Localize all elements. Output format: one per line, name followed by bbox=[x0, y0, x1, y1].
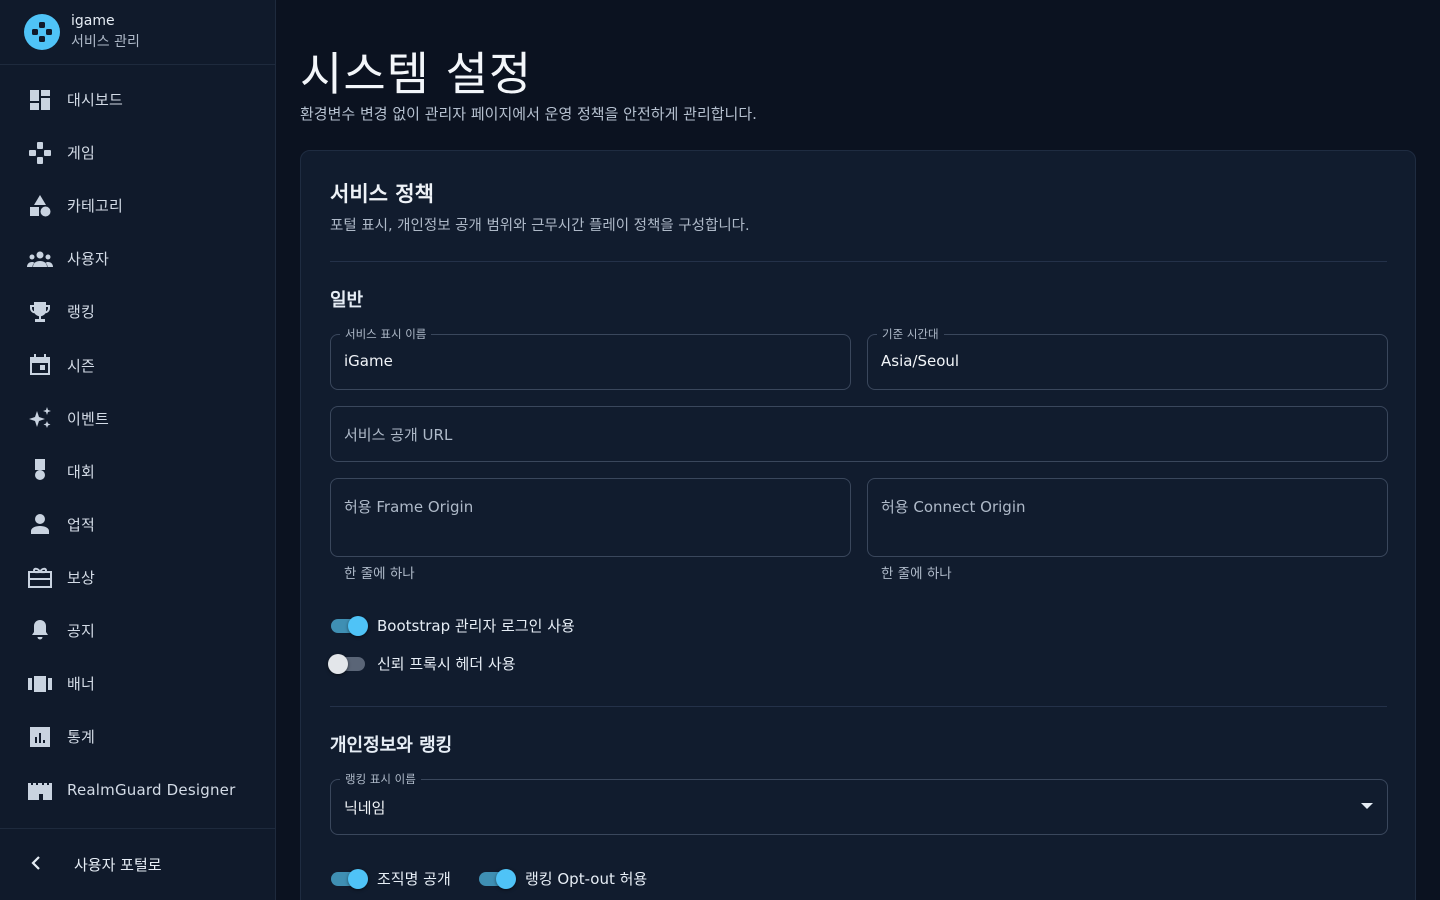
field-value: 닉네임 bbox=[344, 799, 386, 817]
trophy-icon bbox=[27, 299, 53, 325]
sidebar-item-label: 이벤트 bbox=[67, 409, 110, 428]
sidebar-item-events[interactable]: 이벤트 bbox=[0, 392, 276, 445]
user-portal-link[interactable]: 사용자 포털로 bbox=[0, 828, 276, 900]
toggle-label: Bootstrap 관리자 로그인 사용 bbox=[377, 617, 575, 635]
sidebar-item-tournaments[interactable]: 대회 bbox=[0, 445, 276, 498]
sidebar-item-seasons[interactable]: 시즌 bbox=[0, 338, 276, 391]
sidebar-item-statistics[interactable]: 통계 bbox=[0, 710, 276, 763]
sidebar-item-label: 업적 bbox=[67, 515, 96, 534]
trusted-proxy-toggle[interactable]: 신뢰 프록시 헤더 사용 bbox=[328, 653, 516, 674]
toggle-label: 신뢰 프록시 헤더 사용 bbox=[377, 655, 516, 673]
toggle-switch-on[interactable] bbox=[479, 868, 516, 889]
sparkle-icon bbox=[27, 405, 53, 431]
sidebar-item-label: 대회 bbox=[67, 462, 96, 481]
section-title-privacy: 개인정보와 랭킹 bbox=[330, 735, 453, 756]
ranking-display-select[interactable]: 랭킹 표시 이름 닉네임 bbox=[330, 772, 1388, 835]
brand-subtitle: 서비스 관리 bbox=[71, 34, 140, 50]
ranking-optout-toggle[interactable]: 랭킹 Opt-out 허용 bbox=[479, 868, 647, 889]
user-portal-label: 사용자 포털로 bbox=[74, 856, 162, 874]
sidebar-nav: 대시보드 게임 카테고리 사용자 랭킹 시즌 이벤트 대회 업적 보상 공지 배… bbox=[0, 73, 276, 816]
card-description: 포털 표시, 개인정보 공개 범위와 근무시간 플레이 정책을 구성합니다. bbox=[330, 218, 750, 234]
bell-icon bbox=[27, 617, 53, 643]
sidebar-item-users[interactable]: 사용자 bbox=[0, 232, 276, 285]
achievement-icon bbox=[27, 511, 53, 537]
bootstrap-login-toggle[interactable]: Bootstrap 관리자 로그인 사용 bbox=[331, 615, 575, 636]
toggle-switch-on[interactable] bbox=[331, 615, 368, 636]
field-label: 기준 시간대 bbox=[877, 327, 944, 341]
users-icon bbox=[27, 246, 53, 272]
sidebar-item-label: 배너 bbox=[67, 675, 96, 694]
castle-icon bbox=[27, 777, 53, 803]
toggle-label: 랭킹 Opt-out 허용 bbox=[525, 870, 648, 888]
category-icon bbox=[27, 193, 53, 219]
sidebar-item-label: 대시보드 bbox=[67, 91, 124, 110]
public-url-field[interactable]: 서비스 공개 URL bbox=[330, 406, 1388, 462]
sidebar-item-label: 게임 bbox=[67, 144, 96, 163]
stats-icon bbox=[27, 724, 53, 750]
field-label: 서비스 표시 이름 bbox=[340, 327, 432, 341]
calendar-icon bbox=[27, 352, 53, 378]
toggle-label: 조직명 공개 bbox=[377, 870, 451, 888]
sidebar-item-label: 사용자 bbox=[67, 250, 110, 269]
dashboard-icon bbox=[27, 87, 53, 113]
main-content: 시스템 설정 환경변수 변경 없이 관리자 페이지에서 운영 정책을 안전하게 … bbox=[300, 0, 1416, 900]
sidebar: igame 서비스 관리 대시보드 게임 카테고리 사용자 랭킹 시즌 이벤트 … bbox=[0, 0, 276, 900]
field-value: Asia/Seoul bbox=[881, 352, 960, 370]
gamepad-logo-icon bbox=[24, 14, 60, 50]
sidebar-item-label: 보상 bbox=[67, 568, 96, 587]
field-value: iGame bbox=[344, 352, 393, 370]
gamepad-icon bbox=[27, 140, 53, 166]
service-name-field[interactable]: 서비스 표시 이름 iGame bbox=[330, 327, 851, 390]
sidebar-item-realmguard[interactable]: RealmGuard Designer bbox=[0, 763, 276, 816]
section-title-general: 일반 bbox=[330, 290, 364, 311]
org-public-toggle[interactable]: 조직명 공개 bbox=[331, 868, 451, 889]
sidebar-item-rewards[interactable]: 보상 bbox=[0, 551, 276, 604]
sidebar-item-ranking[interactable]: 랭킹 bbox=[0, 285, 276, 338]
sidebar-item-label: 카테고리 bbox=[67, 197, 124, 216]
banner-icon bbox=[27, 671, 53, 697]
field-label: 랭킹 표시 이름 bbox=[340, 772, 421, 786]
sidebar-item-label: 통계 bbox=[67, 728, 96, 747]
page-description: 환경변수 변경 없이 관리자 페이지에서 운영 정책을 안전하게 관리합니다. bbox=[300, 105, 757, 123]
frame-origin-field[interactable]: 허용 Frame Origin bbox=[330, 478, 851, 557]
sidebar-item-notices[interactable]: 공지 bbox=[0, 604, 276, 657]
chevron-left-icon bbox=[30, 855, 42, 874]
service-policy-card: 서비스 정책 포털 표시, 개인정보 공개 범위와 근무시간 플레이 정책을 구… bbox=[300, 150, 1416, 900]
card-title: 서비스 정책 bbox=[330, 182, 434, 206]
frame-origin-helper: 한 줄에 하나 bbox=[344, 566, 415, 582]
sidebar-item-label: 랭킹 bbox=[67, 303, 96, 322]
divider bbox=[330, 706, 1387, 707]
sidebar-item-achievements[interactable]: 업적 bbox=[0, 498, 276, 551]
sidebar-item-label: 공지 bbox=[67, 621, 96, 640]
divider bbox=[330, 261, 1387, 262]
field-placeholder: 허용 Frame Origin bbox=[344, 498, 474, 516]
sidebar-item-label: RealmGuard Designer bbox=[67, 780, 236, 799]
field-placeholder: 허용 Connect Origin bbox=[881, 498, 1026, 516]
connect-origin-helper: 한 줄에 하나 bbox=[881, 566, 952, 582]
dropdown-arrow-icon bbox=[1361, 803, 1373, 809]
brand-name: igame bbox=[71, 13, 115, 29]
page-title: 시스템 설정 bbox=[300, 47, 533, 101]
toggle-switch-on[interactable] bbox=[331, 868, 368, 889]
sidebar-item-banners[interactable]: 배너 bbox=[0, 657, 276, 710]
field-placeholder: 서비스 공개 URL bbox=[344, 426, 453, 444]
timezone-field[interactable]: 기준 시간대 Asia/Seoul bbox=[867, 327, 1388, 390]
sidebar-item-games[interactable]: 게임 bbox=[0, 126, 276, 179]
connect-origin-field[interactable]: 허용 Connect Origin bbox=[867, 478, 1388, 557]
gift-icon bbox=[27, 564, 53, 590]
brand-header: igame 서비스 관리 bbox=[0, 0, 275, 65]
sidebar-item-label: 시즌 bbox=[67, 356, 96, 375]
toggle-switch-off[interactable] bbox=[328, 653, 365, 674]
medal-icon bbox=[27, 458, 53, 484]
sidebar-item-categories[interactable]: 카테고리 bbox=[0, 179, 276, 232]
sidebar-item-dashboard[interactable]: 대시보드 bbox=[0, 73, 276, 126]
